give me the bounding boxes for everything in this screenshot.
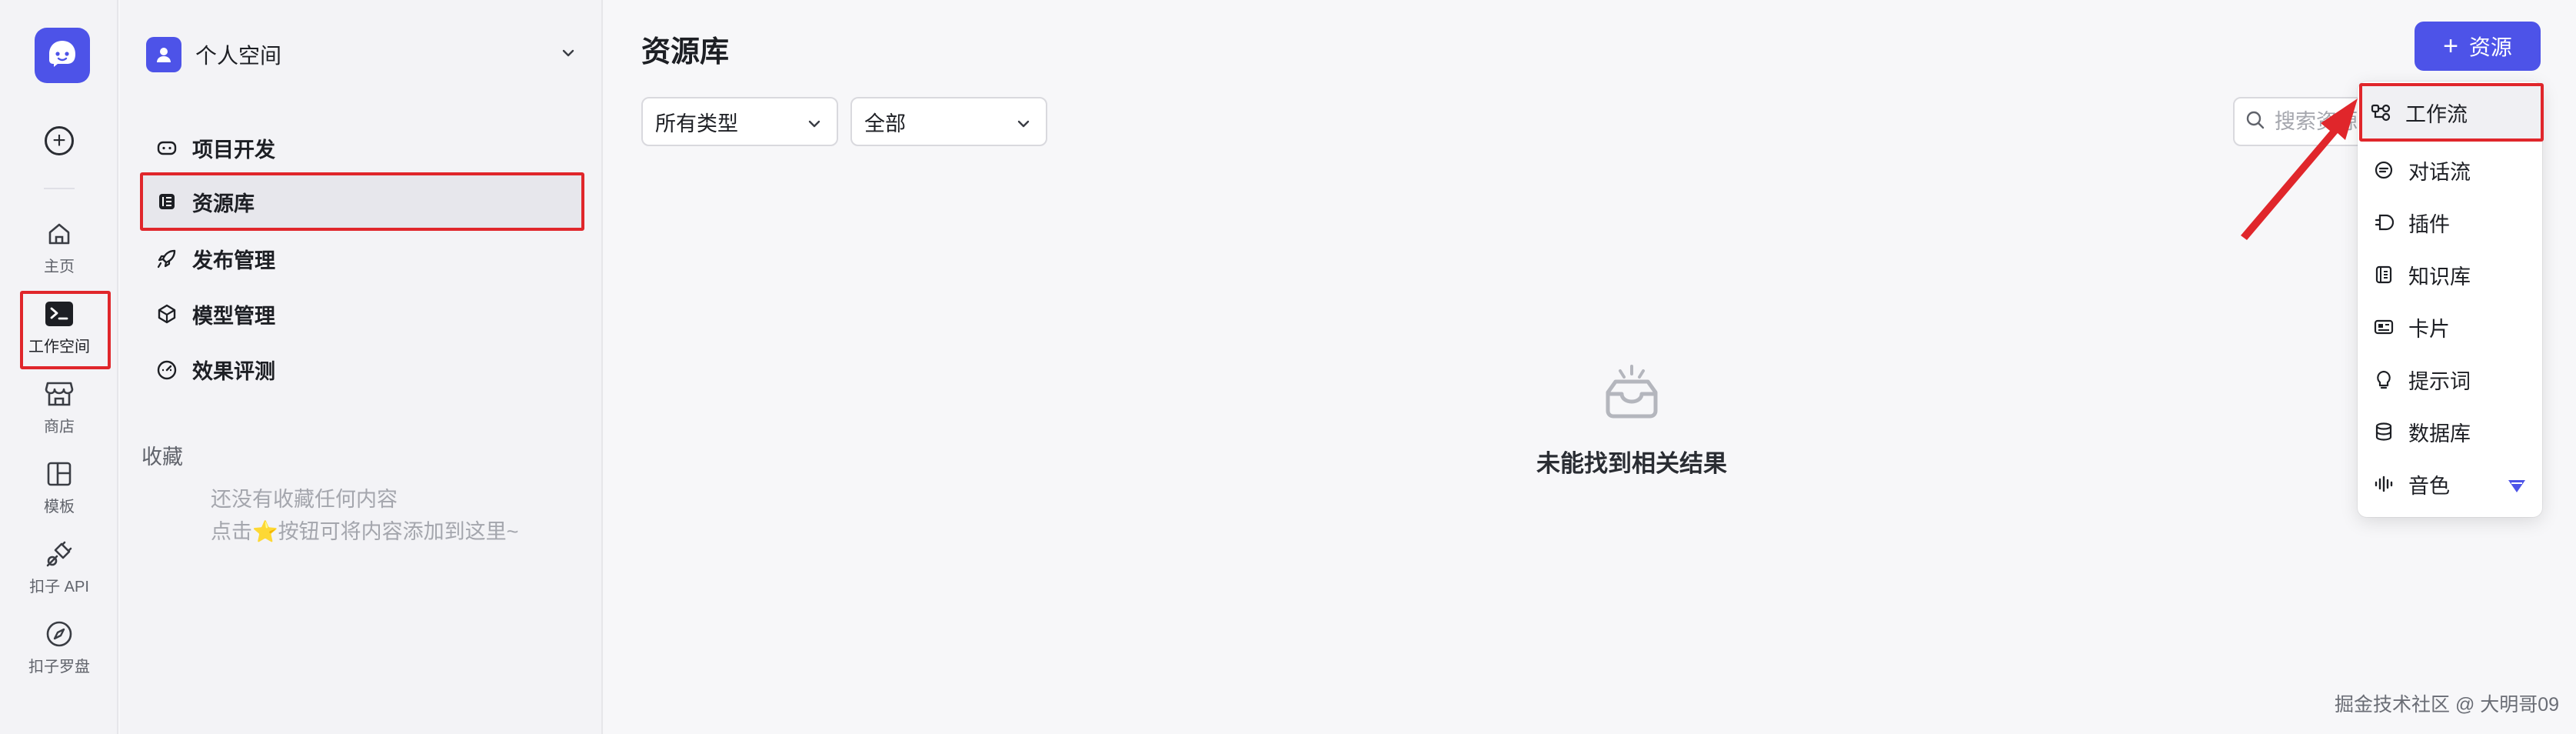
store-icon: [44, 379, 75, 409]
chevron-down-icon: [806, 114, 823, 138]
rail-item-api[interactable]: 扣子 API: [0, 532, 118, 602]
workflow-icon: [2370, 102, 2391, 123]
rail-label: 模板: [44, 499, 75, 515]
watermark-text: 掘金技术社区 @ 大明哥09: [2335, 694, 2560, 716]
nav-item-label: 模型管理: [192, 304, 275, 328]
nav-item-project-dev[interactable]: 项目开发: [140, 123, 584, 172]
create-plus-button[interactable]: +: [45, 126, 74, 155]
add-resource-button[interactable]: + 资源: [2415, 22, 2541, 71]
rail-divider: [44, 188, 75, 189]
app-logo[interactable]: [35, 28, 90, 83]
ghost-logo-icon: [49, 41, 75, 67]
favorites-empty-hint: 还没有收藏任何内容 点击⭐按钮可将内容添加到这里~: [211, 483, 518, 548]
plus-icon: +: [52, 128, 66, 153]
rail-item-home[interactable]: 主页: [0, 212, 118, 282]
empty-inbox-icon: [1597, 362, 1666, 427]
nav-item-label: 项目开发: [192, 138, 275, 162]
empty-state-text: 未能找到相关结果: [1536, 450, 1727, 477]
space-selector[interactable]: 个人空间: [140, 31, 584, 78]
annotation-highlight-box: [20, 291, 111, 369]
menu-item-voice[interactable]: 音色: [2362, 460, 2538, 508]
empty-state: 未能找到相关结果: [1493, 362, 1770, 479]
chevron-down-icon: [1015, 114, 1032, 138]
menu-item-label: 数据库: [2408, 422, 2471, 445]
menu-item-card[interactable]: 卡片: [2362, 303, 2538, 351]
favorites-empty-line: 还没有收藏任何内容: [211, 488, 398, 511]
primary-rail: + 主页 工作空间 商店 模板 扣子 API 扣子罗盘: [0, 0, 118, 734]
menu-item-prompt[interactable]: 提示词: [2362, 355, 2538, 403]
voice-icon: [2373, 473, 2395, 495]
rail-item-template[interactable]: 模板: [0, 452, 118, 522]
space-name: 个人空间: [195, 44, 282, 68]
gauge-icon: [155, 358, 178, 381]
menu-item-label: 工作流: [2405, 102, 2468, 126]
menu-item-label: 音色: [2408, 474, 2450, 498]
rail-label: 商店: [44, 419, 75, 435]
compass-icon: [44, 619, 75, 649]
type-filter-value: 所有类型: [655, 112, 738, 135]
gamepad-icon: [155, 136, 178, 159]
card-icon: [2373, 316, 2395, 338]
menu-item-label: 卡片: [2408, 317, 2450, 341]
favorites-empty-line: 点击⭐按钮可将内容添加到这里~: [211, 520, 519, 543]
search-icon: [2245, 110, 2265, 134]
nav-item-publish[interactable]: 发布管理: [140, 234, 584, 283]
rail-label: 扣子 API: [29, 579, 89, 596]
nav-item-library[interactable]: 资源库: [140, 172, 584, 231]
menu-item-knowledge[interactable]: 知识库: [2362, 251, 2538, 299]
menu-item-label: 对话流: [2408, 160, 2471, 184]
main-content: 资源库 + 资源 所有类型 全部 未能找到相关结果: [604, 0, 2576, 734]
chatflow-icon: [2373, 159, 2395, 181]
rail-item-store[interactable]: 商店: [0, 372, 118, 442]
scope-filter-value: 全部: [864, 112, 906, 135]
prompt-icon: [2373, 369, 2395, 390]
workspace-sidebar: 个人空间 项目开发 资源库 发布管理 模型管理 效果评测 收藏 还没有收藏任何内…: [120, 0, 603, 734]
knowledge-icon: [2373, 264, 2395, 285]
nav-item-models[interactable]: 模型管理: [140, 289, 584, 339]
menu-item-chatflow[interactable]: 对话流: [2362, 146, 2538, 194]
rail-item-compass[interactable]: 扣子罗盘: [0, 612, 118, 682]
menu-item-workflow[interactable]: 工作流: [2359, 83, 2544, 142]
menu-item-plugin[interactable]: 插件: [2362, 199, 2538, 246]
add-resource-label: 资源: [2468, 35, 2512, 59]
rocket-icon: [155, 247, 178, 270]
favorites-title: 收藏: [141, 445, 183, 469]
page-title: 资源库: [641, 36, 730, 68]
rail-label: 扣子罗盘: [28, 659, 90, 676]
menu-item-label: 提示词: [2408, 369, 2471, 393]
user-avatar-icon: [146, 37, 181, 72]
plugin-icon: [2373, 212, 2395, 233]
nav-item-label: 发布管理: [192, 249, 275, 272]
nav-item-label: 资源库: [192, 192, 255, 215]
database-icon: [2373, 421, 2395, 442]
scope-filter-select[interactable]: 全部: [850, 97, 1047, 146]
rail-label: 主页: [44, 259, 75, 275]
home-icon: [44, 219, 75, 249]
plus-icon: +: [2443, 32, 2458, 61]
chevron-down-icon: [560, 45, 577, 65]
library-icon: [155, 190, 178, 213]
menu-item-label: 插件: [2408, 212, 2450, 236]
api-plug-icon: [44, 539, 75, 569]
nav-item-evaluation[interactable]: 效果评测: [140, 345, 584, 394]
cube-icon: [155, 302, 178, 325]
type-filter-select[interactable]: 所有类型: [641, 97, 838, 146]
template-icon: [44, 459, 75, 489]
menu-item-database[interactable]: 数据库: [2362, 408, 2538, 455]
add-resource-menu: 工作流 对话流 插件 知识库 卡片 提示词 数据库 音色: [2358, 82, 2544, 517]
nav-item-label: 效果评测: [192, 359, 275, 383]
menu-item-label: 知识库: [2408, 265, 2471, 289]
premium-gem-icon: [2507, 475, 2527, 499]
